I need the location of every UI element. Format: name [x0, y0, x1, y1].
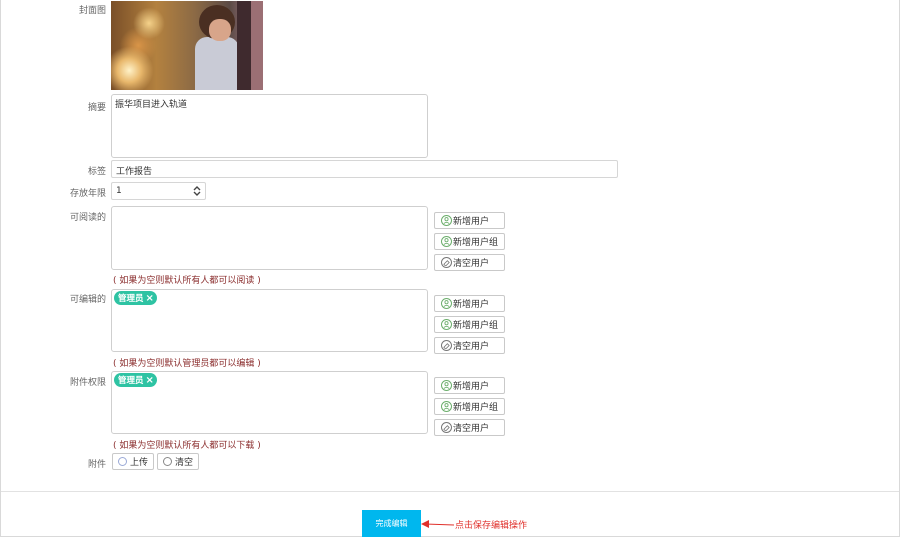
cover-wall: [251, 1, 263, 90]
summary-label: 摘要: [87, 103, 106, 113]
editable-hint: ( 如果为空则默认管理员都可以编辑 ): [113, 359, 261, 369]
readable-add-user-button[interactable]: 新增用户: [434, 212, 505, 229]
readable-users-box[interactable]: [111, 206, 428, 270]
clear-icon: [441, 257, 452, 268]
user-add-icon: [441, 298, 452, 309]
cover-figure-body: [195, 37, 239, 90]
tag-label: 管理员: [118, 294, 144, 304]
retention-label: 存放年限: [69, 189, 106, 199]
add-group-label: 新增用户组: [453, 403, 499, 413]
tags-value: 工作报告: [116, 167, 153, 177]
editable-clear-users-button[interactable]: 清空用户: [434, 337, 505, 354]
upload-button[interactable]: 上传: [112, 453, 155, 470]
attachment-perm-tag-admin[interactable]: 管理员 ×: [114, 373, 157, 387]
add-user-label: 新增用户: [453, 217, 490, 227]
attachment-perm-users-box[interactable]: [111, 371, 428, 434]
clear-users-label: 清空用户: [453, 424, 490, 434]
add-user-label: 新增用户: [453, 382, 490, 392]
annotation-text: 点击保存编辑操作: [455, 521, 528, 531]
tags-label: 标签: [87, 167, 106, 177]
upload-icon: [118, 457, 127, 466]
user-group-icon: [441, 401, 452, 412]
readable-hint: ( 如果为空则默认所有人都可以阅读 ): [113, 276, 261, 286]
clear-attachment-label: 清空: [175, 458, 194, 468]
user-add-icon: [441, 215, 452, 226]
user-group-icon: [441, 236, 452, 247]
attachment-label: 附件: [87, 460, 106, 470]
attachment-perm-add-user-button[interactable]: 新增用户: [434, 377, 505, 394]
tag-label: 管理员: [118, 376, 144, 386]
stepper-arrows-icon[interactable]: [193, 185, 201, 198]
tag-remove-icon[interactable]: ×: [146, 293, 154, 304]
add-user-label: 新增用户: [453, 300, 490, 310]
clear-users-label: 清空用户: [453, 342, 490, 352]
attachment-perm-label: 附件权限: [69, 378, 106, 388]
finish-edit-button[interactable]: 完成编辑: [362, 510, 421, 537]
cover-image[interactable]: [111, 1, 263, 90]
readable-label: 可阅读的: [69, 213, 106, 223]
tag-remove-icon[interactable]: ×: [146, 375, 154, 386]
clear-users-label: 清空用户: [453, 259, 490, 269]
editable-add-user-button[interactable]: 新增用户: [434, 295, 505, 312]
editable-add-group-button[interactable]: 新增用户组: [434, 316, 505, 333]
annotation-arrow-icon: [421, 520, 455, 528]
tags-input[interactable]: 工作报告: [111, 160, 618, 178]
add-group-label: 新增用户组: [453, 321, 499, 331]
finish-edit-label: 完成编辑: [375, 519, 408, 528]
summary-value: 振华项目进入轨道: [115, 100, 188, 110]
attachment-perm-add-group-button[interactable]: 新增用户组: [434, 398, 505, 415]
readable-add-group-button[interactable]: 新增用户组: [434, 233, 505, 250]
clear-icon: [441, 422, 452, 433]
attachment-perm-clear-users-button[interactable]: 清空用户: [434, 419, 505, 436]
retention-stepper[interactable]: 1: [111, 182, 206, 200]
cover-figure-face: [209, 19, 231, 41]
readable-clear-users-button[interactable]: 清空用户: [434, 254, 505, 271]
user-group-icon: [441, 319, 452, 330]
summary-textarea[interactable]: 振华项目进入轨道: [111, 94, 428, 158]
clear-icon: [163, 457, 172, 466]
editable-users-box[interactable]: [111, 289, 428, 352]
add-group-label: 新增用户组: [453, 238, 499, 248]
user-add-icon: [441, 380, 452, 391]
retention-value: 1: [116, 186, 122, 196]
attachment-perm-hint: ( 如果为空则默认所有人都可以下载 ): [113, 441, 261, 451]
cover-label: 封面图: [78, 6, 106, 16]
editable-label: 可编辑的: [69, 295, 106, 305]
clear-attachment-button[interactable]: 清空: [157, 453, 200, 470]
footer-divider: [1, 491, 899, 492]
clear-icon: [441, 340, 452, 351]
editable-tag-admin[interactable]: 管理员 ×: [114, 291, 157, 305]
cover-door: [237, 1, 251, 90]
upload-label: 上传: [130, 458, 149, 468]
